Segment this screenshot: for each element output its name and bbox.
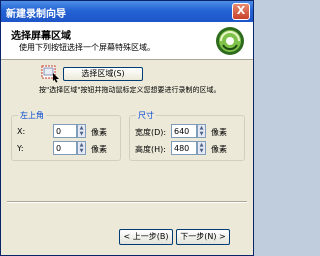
width-spin-down-icon[interactable]: ▼ (198, 131, 205, 137)
y-label: Y: (17, 144, 24, 153)
y-spinner[interactable]: ▲ ▼ (77, 141, 86, 155)
height-label: 高度(H): (135, 145, 166, 154)
height-unit: 像素 (211, 145, 227, 154)
next-button[interactable]: 下一步(N) > (176, 229, 230, 245)
x-spin-down-icon[interactable]: ▼ (78, 131, 85, 137)
footer-divider (7, 201, 247, 203)
close-button[interactable]: X (232, 3, 250, 20)
page-title: 选择屏幕区域 (11, 31, 71, 42)
y-unit: 像素 (91, 145, 107, 154)
page-subtitle: 使用下列按钮选择一个屏幕特殊区域。 (19, 43, 155, 52)
x-unit: 像素 (91, 128, 107, 137)
x-field[interactable] (53, 124, 77, 138)
app-logo-icon (216, 27, 244, 55)
width-spinner[interactable]: ▲ ▼ (197, 124, 206, 138)
instruction-text: 按"选择区域"按钮并拖动鼠标定义您想要进行录制的区域。 (39, 86, 221, 94)
window-title: 新建录制向导 (6, 9, 66, 20)
height-spin-down-icon[interactable]: ▼ (198, 148, 205, 154)
width-field[interactable] (171, 124, 197, 138)
y-field[interactable] (53, 141, 77, 155)
x-spinner[interactable]: ▲ ▼ (77, 124, 86, 138)
region-select-icon (41, 65, 59, 83)
size-group-title: 尺寸 (136, 110, 156, 121)
x-label: X: (17, 127, 26, 136)
wizard-header: 选择屏幕区域 使用下列按钮选择一个屏幕特殊区域。 (1, 22, 253, 60)
wizard-window: 新建录制向导 X 选择屏幕区域 使用下列按钮选择一个屏幕特殊区域。 选择区域(S… (0, 0, 254, 256)
height-field[interactable] (171, 141, 197, 155)
back-button[interactable]: < 上一步(B) (119, 229, 173, 245)
width-label: 宽度(D): (135, 128, 167, 137)
y-spin-down-icon[interactable]: ▼ (78, 148, 85, 154)
top-left-group-title: 左上角 (18, 110, 46, 121)
width-unit: 像素 (211, 128, 227, 137)
height-spinner[interactable]: ▲ ▼ (197, 141, 206, 155)
title-bar[interactable]: 新建录制向导 X (1, 1, 253, 22)
select-area-button[interactable]: 选择区域(S) (63, 67, 143, 81)
